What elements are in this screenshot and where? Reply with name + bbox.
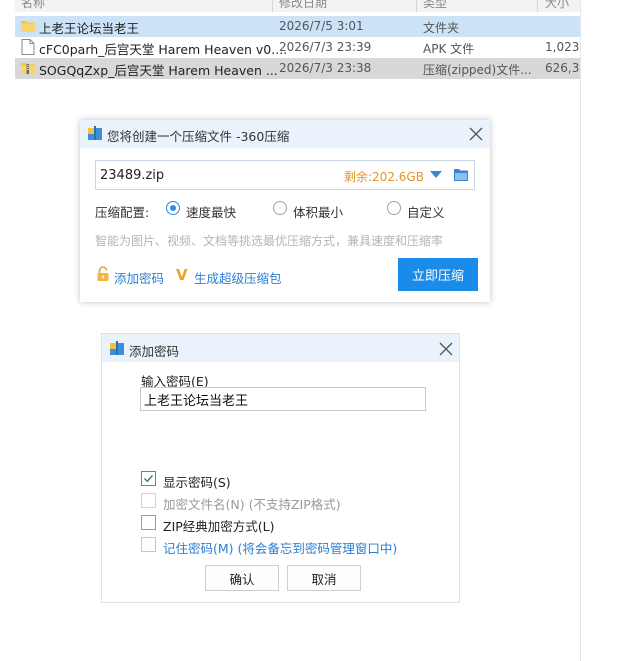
radio-circle[interactable] bbox=[273, 201, 287, 215]
radio-label[interactable]: 自定义 bbox=[407, 202, 445, 221]
v-badge-icon: V bbox=[176, 266, 188, 284]
checkbox-label[interactable]: ZIP经典加密方式(L) bbox=[163, 516, 275, 535]
compress-dialog: 您将创建一个压缩文件 -360压缩 23489.zip 剩余:202.6GB 压… bbox=[80, 120, 490, 302]
column-header-type[interactable]: 类型 bbox=[423, 0, 447, 11]
browse-folder-icon[interactable] bbox=[454, 168, 468, 181]
file-size: 1,023, bbox=[545, 40, 580, 54]
checkbox-box bbox=[141, 493, 156, 508]
column-divider[interactable] bbox=[272, 0, 273, 12]
file-list: 名称 修改日期 类型 大小 上老王论坛当老王 2026/7/5 3:01 文件夹… bbox=[15, 0, 580, 80]
close-icon[interactable] bbox=[469, 127, 483, 141]
file-name: 上老王论坛当老王 bbox=[39, 21, 140, 36]
compress-hint-text: 智能为图片、视频、文档等挑选最优压缩方式，兼具速度和压缩率 bbox=[95, 234, 444, 248]
free-space-label: 剩余:202.6GB bbox=[344, 170, 424, 184]
compress-dialog-title: 您将创建一个压缩文件 -360压缩 bbox=[107, 129, 290, 144]
compress-now-button[interactable]: 立即压缩 bbox=[398, 258, 478, 291]
zip-folder-icon bbox=[21, 60, 35, 76]
file-date: 2026/7/3 23:39 bbox=[279, 40, 372, 54]
file-date: 2026/7/5 3:01 bbox=[279, 19, 364, 33]
checkbox-box[interactable] bbox=[141, 537, 156, 552]
compress-dialog-titlebar[interactable]: 您将创建一个压缩文件 -360压缩 bbox=[80, 120, 490, 148]
add-password-label[interactable]: 添加密码 bbox=[114, 268, 164, 287]
cancel-button[interactable]: 取消 bbox=[287, 565, 361, 591]
checkbox-label: 加密文件名(N) (不支持ZIP格式) bbox=[163, 497, 341, 512]
app-360zip-icon bbox=[88, 126, 102, 140]
password-dialog-titlebar[interactable]: 添加密码 bbox=[102, 334, 459, 362]
radio-circle[interactable] bbox=[166, 201, 180, 215]
column-divider[interactable] bbox=[537, 0, 538, 12]
column-header-name[interactable]: 名称 bbox=[21, 0, 45, 11]
file-name: cFC0parh_后宫天堂 Harem Heaven v0.... bbox=[39, 42, 288, 57]
archive-path-field[interactable]: 23489.zip 剩余:202.6GB bbox=[95, 160, 475, 190]
compress-config-label: 压缩配置: bbox=[95, 205, 150, 220]
file-type: APK 文件 bbox=[423, 42, 475, 56]
password-dialog-title: 添加密码 bbox=[129, 344, 180, 359]
file-type: 压缩(zipped)文件... bbox=[423, 63, 532, 77]
lock-icon bbox=[96, 266, 110, 282]
file-icon bbox=[21, 39, 35, 55]
file-date: 2026/7/3 23:38 bbox=[279, 61, 372, 75]
column-header-date[interactable]: 修改日期 bbox=[279, 0, 327, 11]
file-list-header: 名称 修改日期 类型 大小 bbox=[15, 0, 580, 12]
dropdown-arrow-icon[interactable] bbox=[430, 171, 442, 178]
add-password-dialog: 添加密码 输入密码(E) 显示密码(S) 加密文件名(N) (不支持ZIP格式)… bbox=[101, 333, 460, 603]
window-edge bbox=[580, 0, 581, 661]
file-name: SOGQqZxp_后宫天堂 Harem Heaven ... bbox=[39, 63, 278, 78]
checkbox-box[interactable] bbox=[141, 515, 156, 530]
super-package-label[interactable]: 生成超级压缩包 bbox=[194, 268, 282, 287]
checkbox-box[interactable] bbox=[141, 471, 156, 486]
password-input[interactable] bbox=[140, 387, 426, 411]
radio-label[interactable]: 体积最小 bbox=[293, 202, 343, 221]
checkbox-label[interactable]: 记住密码(M) (将会备忘到密码管理窗口中) bbox=[163, 538, 397, 557]
column-divider[interactable] bbox=[416, 0, 417, 12]
file-size: 626,35 bbox=[545, 61, 580, 75]
archive-filename[interactable]: 23489.zip bbox=[100, 168, 164, 183]
close-icon[interactable] bbox=[439, 342, 453, 356]
app-360zip-icon bbox=[110, 341, 124, 355]
file-row-zip[interactable]: SOGQqZxp_后宫天堂 Harem Heaven ... 2026/7/3 … bbox=[15, 58, 580, 79]
confirm-button[interactable]: 确认 bbox=[205, 565, 279, 591]
checkbox-label[interactable]: 显示密码(S) bbox=[163, 472, 231, 491]
file-type: 文件夹 bbox=[423, 21, 460, 35]
column-header-size[interactable]: 大小 bbox=[545, 0, 569, 11]
radio-circle[interactable] bbox=[387, 201, 401, 215]
folder-icon bbox=[21, 18, 35, 34]
file-row-folder[interactable]: 上老王论坛当老王 2026/7/5 3:01 文件夹 bbox=[15, 16, 580, 37]
file-row-apk[interactable]: cFC0parh_后宫天堂 Harem Heaven v0.... 2026/7… bbox=[15, 37, 580, 58]
radio-label[interactable]: 速度最快 bbox=[186, 202, 236, 221]
